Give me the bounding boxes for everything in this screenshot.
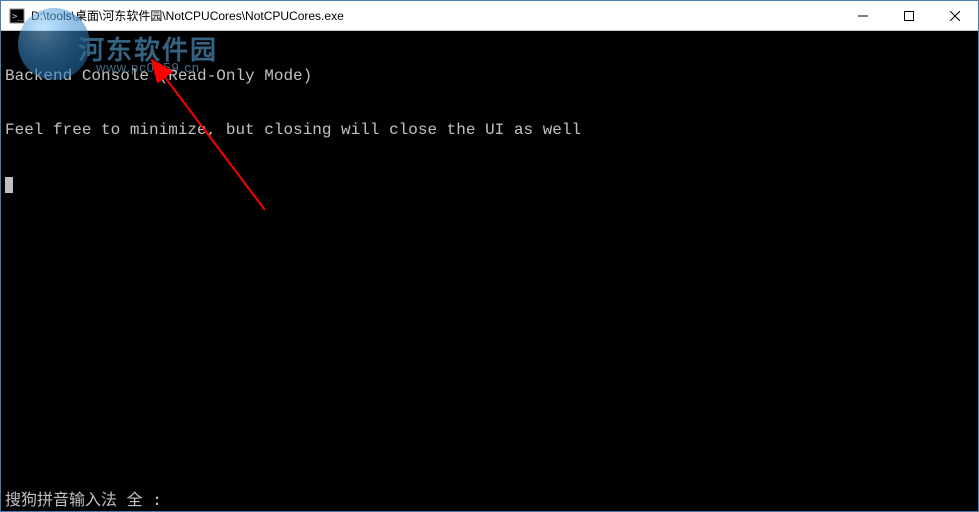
svg-text:>_: >_ [12,12,23,22]
window-controls [840,1,978,30]
app-icon: >_ [9,8,25,24]
console-line: Feel free to minimize, but closing will … [5,121,974,139]
console-output[interactable]: Backend Console (Read-Only Mode) Feel fr… [1,31,978,511]
maximize-button[interactable] [886,1,932,30]
cursor [5,177,13,193]
console-window: >_ D:\tools\桌面\河东软件园\NotCPUCores\NotCPUC… [0,0,979,512]
ime-status: 搜狗拼音输入法 全 : [5,491,162,509]
close-button[interactable] [932,1,978,30]
titlebar: >_ D:\tools\桌面\河东软件园\NotCPUCores\NotCPUC… [1,1,978,31]
window-title: D:\tools\桌面\河东软件园\NotCPUCores\NotCPUCore… [31,7,840,24]
console-line: Backend Console (Read-Only Mode) [5,67,974,85]
console-cursor-line [5,175,974,198]
minimize-button[interactable] [840,1,886,30]
